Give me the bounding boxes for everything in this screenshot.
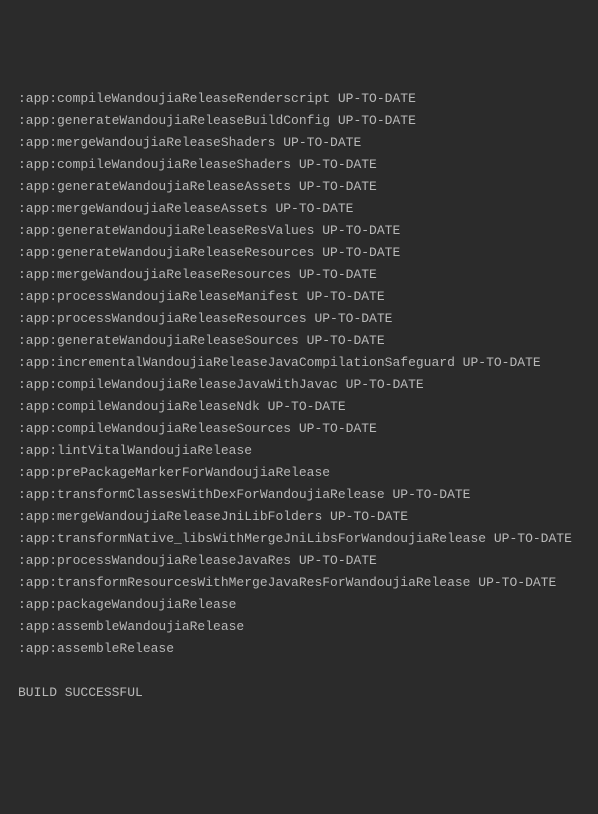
build-task-line: :app:transformClassesWithDexForWandoujia… [0, 484, 598, 506]
build-task-line: :app:generateWandoujiaReleaseResources U… [0, 242, 598, 264]
build-task-line: :app:generateWandoujiaReleaseResValues U… [0, 220, 598, 242]
build-task-line: :app:processWandoujiaReleaseJavaRes UP-T… [0, 550, 598, 572]
build-task-line: :app:incrementalWandoujiaReleaseJavaComp… [0, 352, 598, 374]
build-task-line: :app:assembleWandoujiaRelease [0, 616, 598, 638]
build-task-line: :app:compileWandoujiaReleaseJavaWithJava… [0, 374, 598, 396]
build-task-line: :app:mergeWandoujiaReleaseJniLibFolders … [0, 506, 598, 528]
build-task-line: :app:mergeWandoujiaReleaseShaders UP-TO-… [0, 132, 598, 154]
build-task-line: :app:compileWandoujiaReleaseSources UP-T… [0, 418, 598, 440]
build-output-console[interactable]: :app:compileWandoujiaReleaseRenderscript… [0, 88, 598, 704]
build-task-line: :app:compileWandoujiaReleaseRenderscript… [0, 88, 598, 110]
build-task-line: :app:processWandoujiaReleaseManifest UP-… [0, 286, 598, 308]
build-task-line: :app:generateWandoujiaReleaseBuildConfig… [0, 110, 598, 132]
build-task-line: :app:packageWandoujiaRelease [0, 594, 598, 616]
build-task-line: :app:compileWandoujiaReleaseNdk UP-TO-DA… [0, 396, 598, 418]
build-status-line: BUILD SUCCESSFUL [0, 682, 598, 704]
build-task-line: :app:transformResourcesWithMergeJavaResF… [0, 572, 598, 594]
build-task-line: :app:processWandoujiaReleaseResources UP… [0, 308, 598, 330]
build-task-line: :app:lintVitalWandoujiaRelease [0, 440, 598, 462]
build-task-line: :app:prePackageMarkerForWandoujiaRelease [0, 462, 598, 484]
build-task-line: :app:transformNative_libsWithMergeJniLib… [0, 528, 598, 550]
build-task-line: :app:generateWandoujiaReleaseSources UP-… [0, 330, 598, 352]
build-task-line: :app:assembleRelease [0, 638, 598, 660]
build-task-line: :app:compileWandoujiaReleaseShaders UP-T… [0, 154, 598, 176]
build-task-line: :app:mergeWandoujiaReleaseAssets UP-TO-D… [0, 198, 598, 220]
build-task-line: :app:mergeWandoujiaReleaseResources UP-T… [0, 264, 598, 286]
build-task-line: :app:generateWandoujiaReleaseAssets UP-T… [0, 176, 598, 198]
empty-line [0, 660, 598, 682]
